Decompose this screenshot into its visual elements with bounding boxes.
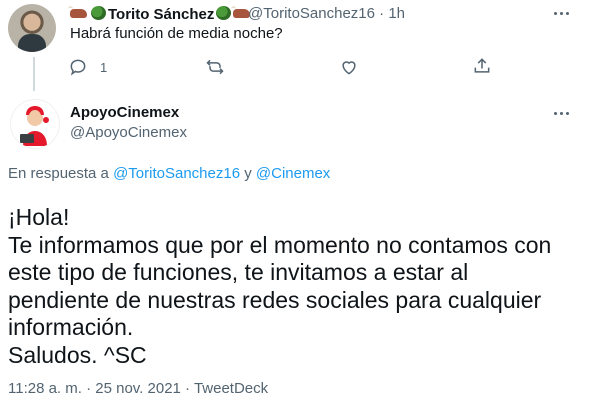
share-icon [474, 58, 490, 73]
original-tweet-text: Habrá función de media noche? [70, 25, 283, 42]
in-reply-to-line: En respuesta a @ToritoSanchez16 y @Cinem… [8, 165, 331, 182]
retweet-icon [206, 59, 224, 75]
ox-emoji [68, 6, 87, 18]
share-button[interactable] [472, 56, 492, 76]
original-handle[interactable]: @ToritoSanchez16 [248, 5, 375, 22]
original-display-name[interactable]: Torito Sánchez [68, 5, 252, 23]
reply-display-name[interactable]: ApoyoCinemex [70, 104, 179, 121]
original-handle-line[interactable]: @ToritoSanchez16 · 1h [248, 5, 405, 22]
like-button[interactable] [339, 57, 359, 77]
reply-count: 1 [100, 59, 108, 75]
reply-tweet-text: ¡Hola! Te informamos que por el momento … [8, 204, 552, 368]
like-icon [342, 61, 356, 75]
more-icon[interactable] [554, 112, 569, 115]
avatar-apoyocinemex[interactable] [10, 99, 60, 149]
thread-connector [33, 57, 35, 91]
mention-cinemex[interactable]: @Cinemex [256, 165, 330, 182]
tweet-timestamp-source[interactable]: 11:28 a. m. · 25 nov. 2021 · TweetDeck [8, 380, 268, 397]
reply-handle[interactable]: @ApoyoCinemex [70, 124, 187, 141]
original-time[interactable]: 1h [388, 5, 405, 22]
retweet-button[interactable] [205, 57, 225, 77]
reply-icon [70, 59, 86, 76]
broccoli-emoji [216, 6, 232, 20]
more-icon[interactable] [554, 12, 569, 15]
avatar-torito[interactable] [8, 4, 56, 52]
reply-button[interactable]: 1 [68, 57, 107, 77]
mention-toritosanchez16[interactable]: @ToritoSanchez16 [113, 165, 240, 182]
broccoli-emoji [91, 6, 106, 20]
